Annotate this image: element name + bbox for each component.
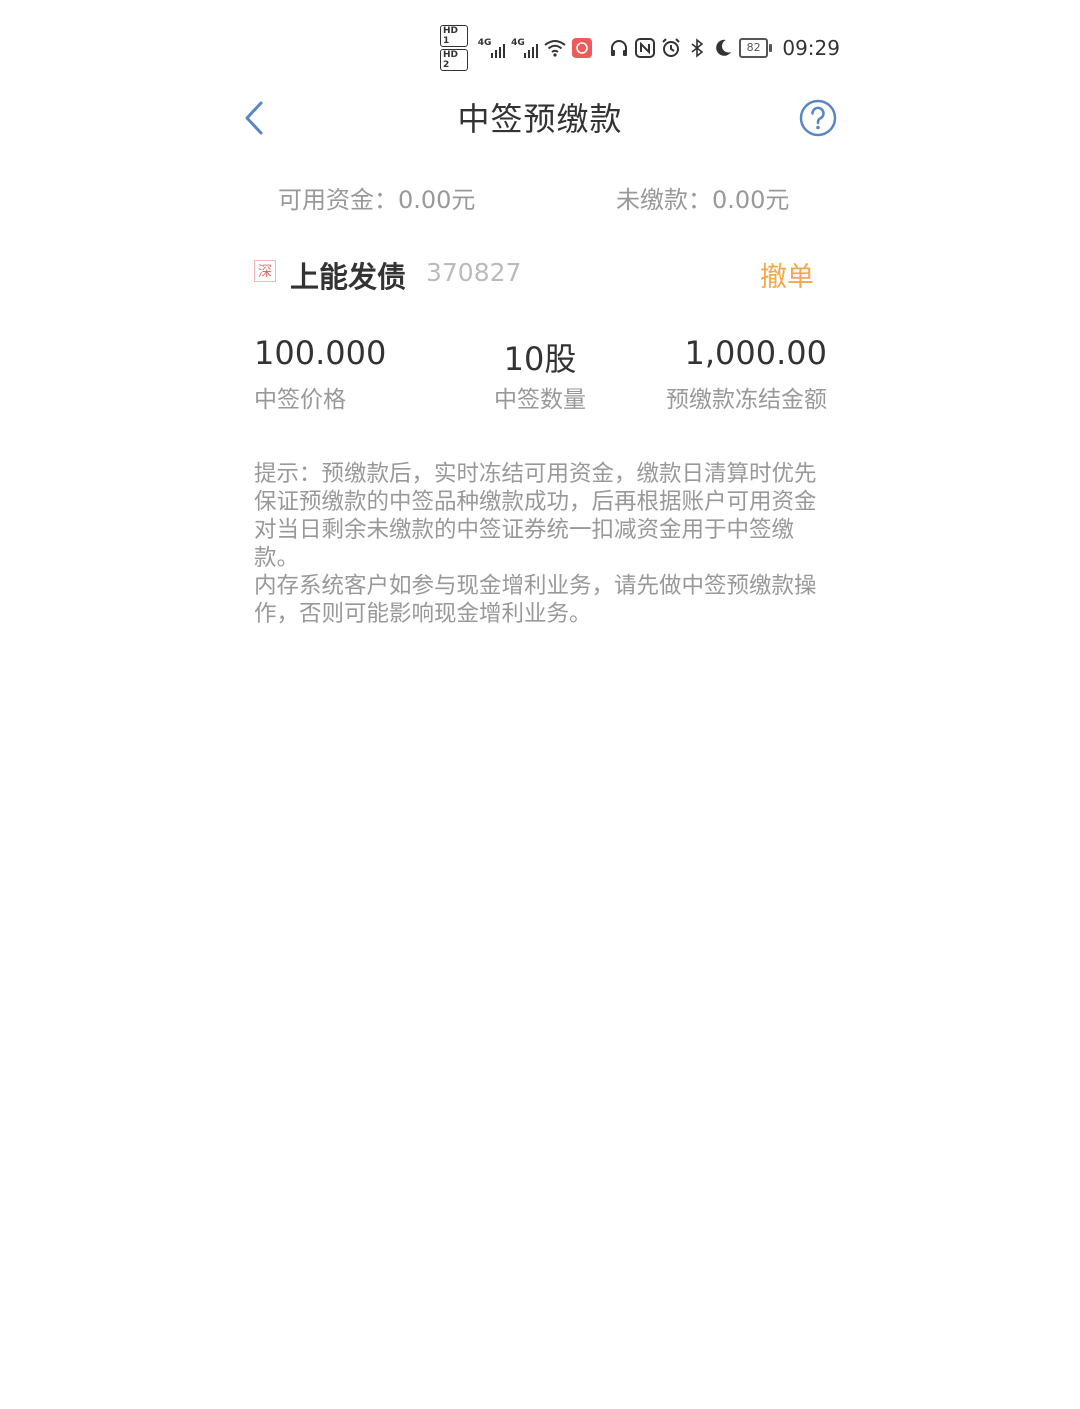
do-not-disturb-moon-icon [713, 37, 733, 59]
hd-1-indicator: HD 1 [440, 25, 468, 47]
hd-2-indicator: HD 2 [440, 49, 468, 71]
alarm-icon [661, 37, 681, 59]
status-bar: HD 1 HD 2 4G 4G 82 09:29 [440, 25, 840, 71]
bluetooth-icon [687, 37, 707, 59]
network-2-label: 4G [511, 38, 525, 48]
tip-line-2: 内存系统客户如参与现金增利业务，请先做中签预缴款操作，否则可能影响现金增利业务。 [254, 573, 817, 627]
status-time: 09:29 [782, 36, 840, 60]
signal-1-icon: 4G [477, 38, 506, 58]
page-title: 中签预缴款 [457, 100, 623, 138]
stock-code: 370827 [426, 258, 522, 287]
signal-2-icon: 4G [511, 38, 539, 58]
unpaid-amount: 未缴款：0.00元 [616, 186, 790, 214]
frozen-amount-value: 1,000.00 [684, 334, 828, 372]
allotment-quantity-value: 10股 [503, 340, 577, 378]
hd-indicators: HD 1 HD 2 [440, 25, 468, 71]
headphones-icon [609, 37, 629, 59]
market-tag: 深 [254, 260, 276, 282]
battery-icon: 82 [738, 38, 772, 58]
allotment-price-label: 中签价格 [254, 387, 346, 413]
tip-line-1: 提示：预缴款后，实时冻结可用资金，缴款日清算时优先保证预缴款的中签品种缴款成功，… [254, 461, 817, 571]
back-button[interactable] [236, 98, 272, 138]
app-notification-icon [572, 37, 593, 59]
frozen-amount-label: 预缴款冻结金额 [666, 387, 827, 413]
help-button[interactable] [798, 98, 838, 138]
stock-name: 上能发债 [290, 260, 407, 294]
wifi-icon [544, 37, 567, 59]
available-funds: 可用资金：0.00元 [278, 186, 476, 214]
allotment-quantity-label: 中签数量 [494, 387, 586, 413]
network-1-label: 4G [477, 38, 492, 48]
page: HD 1 HD 2 4G 4G 82 09:29 中签预缴款 可用资金：0.00… [0, 0, 1080, 1409]
question-mark-icon [799, 99, 837, 137]
allotment-price-value: 100.000 [254, 334, 387, 372]
cancel-order-button[interactable]: 撤单 [760, 255, 814, 294]
tip-notice: 提示：预缴款后，实时冻结可用资金，缴款日清算时优先保证预缴款的中签品种缴款成功，… [254, 460, 824, 628]
nfc-icon [634, 37, 655, 59]
chevron-left-icon [245, 101, 263, 135]
